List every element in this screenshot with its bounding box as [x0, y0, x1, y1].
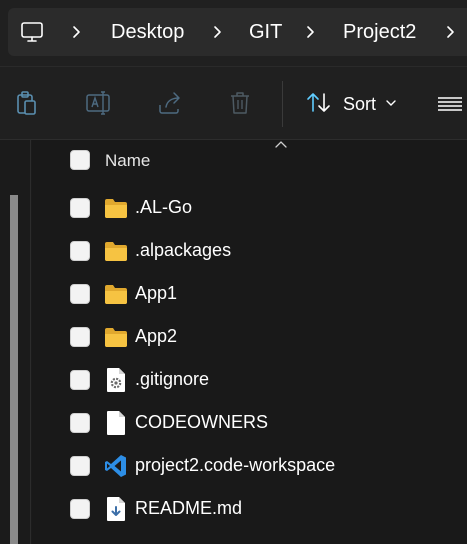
list-item[interactable]: README.md — [32, 488, 467, 531]
file-name: .alpackages — [135, 240, 232, 260]
list-item[interactable]: .gitignore — [32, 359, 467, 402]
file-name: CODEOWNERS — [135, 412, 269, 432]
sort-ascending-icon — [275, 141, 287, 148]
row-checkbox[interactable] — [70, 456, 90, 476]
pane-divider[interactable] — [30, 140, 31, 544]
list-item[interactable]: project2.code-workspace — [32, 445, 467, 488]
select-all-checkbox[interactable] — [70, 150, 90, 170]
folder-icon — [105, 199, 127, 218]
rename-icon[interactable] — [84, 89, 112, 117]
row-checkbox[interactable] — [70, 413, 90, 433]
navigation-scrollbar[interactable] — [10, 195, 18, 544]
vscode-icon — [105, 455, 126, 477]
list-item[interactable]: .AL-Go — [32, 187, 467, 230]
row-checkbox[interactable] — [70, 198, 90, 218]
breadcrumb-item-project2[interactable]: Project2 — [343, 8, 416, 56]
breadcrumb-item-git[interactable]: GIT — [249, 8, 282, 56]
file-name: README.md — [135, 498, 243, 518]
row-checkbox[interactable] — [70, 327, 90, 347]
chevron-right-icon[interactable] — [211, 25, 225, 39]
sort-icon — [307, 93, 330, 112]
command-bar: Sort — [0, 67, 467, 140]
column-header: Name — [32, 140, 467, 184]
sort-button[interactable]: Sort — [302, 87, 402, 119]
computer-icon[interactable] — [20, 20, 44, 44]
list-item[interactable]: App1 — [32, 273, 467, 316]
chevron-right-icon[interactable] — [70, 25, 84, 39]
breadcrumb-item-desktop[interactable]: Desktop — [111, 8, 184, 56]
share-icon[interactable] — [156, 89, 184, 117]
file-name: App1 — [135, 283, 178, 303]
settings-file-icon — [107, 368, 125, 392]
folder-icon — [105, 242, 127, 261]
toolbar-divider — [282, 81, 283, 127]
row-checkbox[interactable] — [70, 499, 90, 519]
row-checkbox[interactable] — [70, 241, 90, 261]
chevron-right-icon[interactable] — [304, 25, 318, 39]
delete-icon[interactable] — [226, 89, 254, 117]
row-checkbox[interactable] — [70, 284, 90, 304]
view-menu-icon[interactable] — [436, 96, 462, 112]
file-name: .gitignore — [135, 369, 210, 389]
file-name: .AL-Go — [135, 197, 193, 217]
file-name: project2.code-workspace — [135, 455, 336, 475]
paste-icon[interactable] — [12, 89, 40, 117]
row-checkbox[interactable] — [70, 370, 90, 390]
folder-icon — [105, 285, 127, 304]
folder-icon — [105, 328, 127, 347]
markdown-file-icon — [107, 497, 125, 521]
address-bar: Desktop GIT Project2 — [0, 0, 467, 67]
list-item[interactable]: CODEOWNERS — [32, 402, 467, 445]
column-name-header[interactable]: Name — [105, 151, 150, 171]
sort-label: Sort — [343, 94, 377, 114]
list-item[interactable]: App2 — [32, 316, 467, 359]
chevron-right-icon[interactable] — [444, 25, 458, 39]
list-item[interactable]: .alpackages — [32, 230, 467, 273]
breadcrumb[interactable]: Desktop GIT Project2 — [8, 8, 467, 56]
file-icon — [107, 411, 125, 435]
file-name: App2 — [135, 326, 178, 346]
chevron-down-icon — [386, 100, 396, 106]
